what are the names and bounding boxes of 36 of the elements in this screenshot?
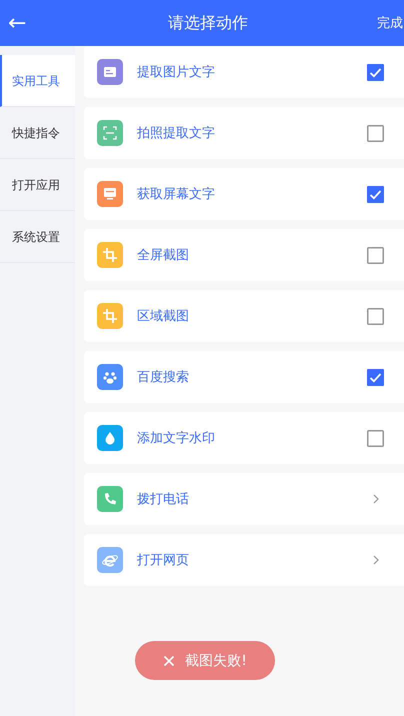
action-row[interactable]: 百度搜索 [84, 351, 404, 403]
back-button[interactable]: ← [0, 10, 34, 36]
action-row[interactable]: 全屏截图 [84, 229, 404, 281]
chevron-icon [372, 554, 380, 566]
close-icon [163, 654, 176, 666]
checkbox[interactable] [367, 308, 384, 324]
action-label: 拨打电话 [137, 491, 190, 508]
action-label: 提取图片文字 [137, 64, 216, 81]
action-label: 拍照提取文字 [137, 125, 216, 142]
category-tab[interactable]: 快捷指令 [0, 107, 75, 159]
checkbox[interactable] [367, 64, 384, 80]
action-label: 添加文字水印 [137, 430, 216, 447]
action-row[interactable]: 打开网页 [84, 534, 404, 586]
action-label: 获取屏幕文字 [137, 186, 216, 203]
chevron-icon [372, 493, 380, 505]
action-label: 打开网页 [137, 552, 190, 569]
action-row[interactable]: 获取屏幕文字 [84, 168, 404, 220]
checkbox[interactable] [367, 186, 384, 202]
checkbox[interactable] [367, 368, 384, 386]
category-tab[interactable]: 打开应用 [0, 159, 75, 211]
action-row[interactable]: 提取图片文字 [84, 46, 404, 98]
checkbox[interactable] [367, 124, 384, 142]
action-label: 全屏截图 [137, 247, 190, 264]
checkbox[interactable] [367, 430, 384, 446]
action-row[interactable]: 拨打电话 [84, 473, 404, 525]
category-tab[interactable]: 系统设置 [0, 211, 75, 263]
action-row[interactable]: 区域截图 [84, 290, 404, 342]
done-button[interactable]: 完成 [376, 14, 404, 32]
page-title: 请选择动作 [168, 12, 248, 34]
action-label: 区域截图 [137, 308, 190, 325]
category-tab[interactable]: 实用工具 [0, 55, 75, 107]
toast-message: 截图失败! [185, 652, 247, 670]
action-row[interactable]: 拍照提取文字 [84, 107, 404, 159]
action-label: 百度搜索 [137, 369, 190, 386]
action-row[interactable]: 添加文字水印 [84, 412, 404, 464]
checkbox[interactable] [367, 246, 384, 264]
